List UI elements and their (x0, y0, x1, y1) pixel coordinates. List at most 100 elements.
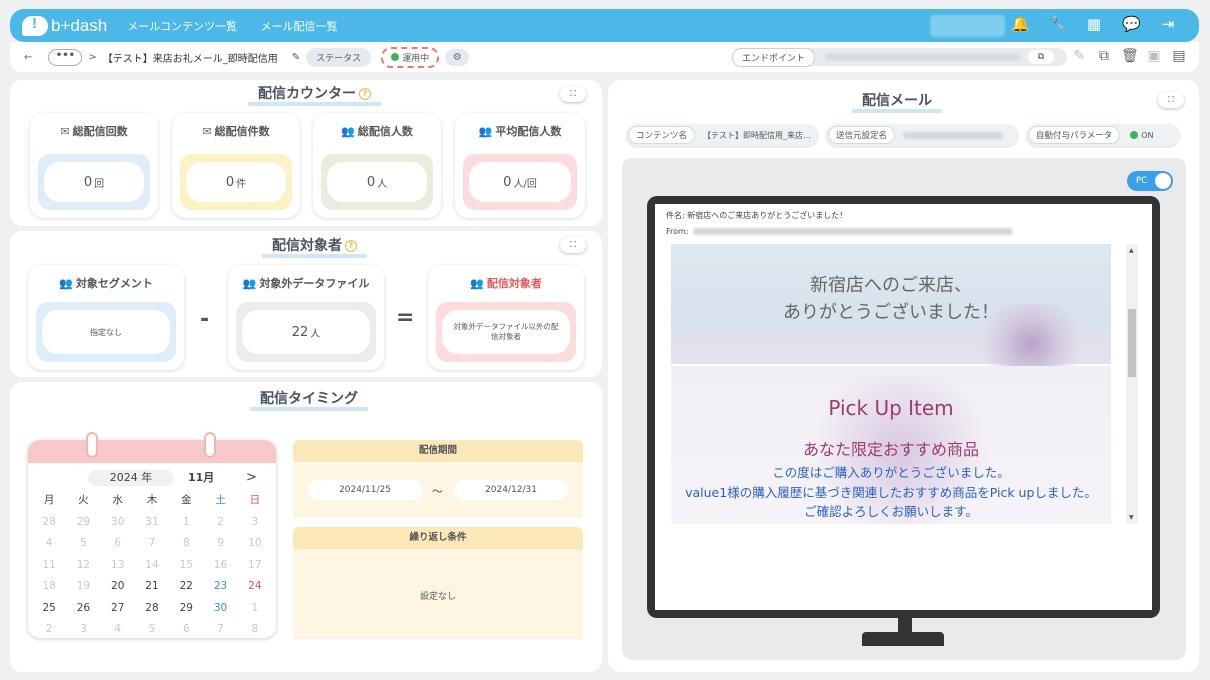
sender-value (903, 131, 1004, 139)
param-label: 自動付与パラメータ (1028, 126, 1121, 144)
user-info[interactable] (930, 15, 1005, 37)
duplicate-icon[interactable]: ⧉ (1096, 48, 1112, 64)
calendar-day: 7 (217, 623, 224, 635)
period-start: 2024/11/25 (307, 480, 423, 500)
calendar-ring (204, 432, 216, 458)
document-icon[interactable]: ▤ (1171, 48, 1187, 64)
scroll-thumb[interactable] (1128, 309, 1136, 377)
scroll-down-icon[interactable]: ▼ (1129, 514, 1134, 521)
calendar-day: 19 (76, 580, 91, 592)
calendar-day[interactable]: 25 (32, 598, 66, 620)
gear-icon[interactable]: ⚙ (445, 48, 470, 66)
mail-icon: ✉ (60, 125, 70, 138)
result-box: 対象外データファイル以外の配信対象者 (436, 302, 576, 362)
calendar-day[interactable]: 28 (135, 598, 169, 620)
calendar-day[interactable]: 21 (135, 576, 169, 598)
nav-mail-contents[interactable]: メールコンテンツ一覧 (127, 20, 237, 33)
result-value: 対象外データファイル以外の配信対象者 (453, 322, 559, 341)
calendar-day: 3 (80, 623, 87, 635)
message-line-1: この度はご購入ありがとうございました。 (772, 465, 1010, 480)
calendar-day[interactable]: 24 (238, 576, 272, 598)
calendar-day: 6 (182, 623, 190, 635)
weekday-label: 月 (43, 494, 55, 506)
users-icon: 👥 (470, 277, 484, 290)
help-icon[interactable]: ? (359, 88, 371, 100)
calendar-day: 16 (213, 558, 228, 571)
endpoint-field: エンドポイント ⧉ (732, 47, 1067, 67)
segment-label: 対象セグメント (75, 277, 153, 290)
breadcrumb-bar: ← ••• > 【テスト】来店お礼メール_即時配信用 ✎ ステータス 運用中 ⚙… (10, 42, 1199, 72)
scrollbar[interactable]: ▲ ▼ (1126, 244, 1138, 524)
equals-sign: = (396, 305, 415, 330)
mail-body[interactable]: 新宿店へのご来店、 ありがとうございました！ Pick Up Item あなた限… (671, 244, 1138, 524)
expand-icon[interactable]: ⛶ (560, 86, 586, 102)
message-line-3: ご確認よろしくお願いします。 (804, 504, 978, 519)
calendar-day: 10 (248, 537, 262, 549)
calendar-day: 9 (217, 537, 224, 549)
counter-card-total-deliveries: ✉ 総配信回数 0回 (30, 113, 158, 218)
app-logo[interactable]: b+dash (22, 15, 107, 36)
card-value-box: 0回 (38, 154, 150, 210)
calendar-day: 5 (80, 537, 87, 549)
logout-icon[interactable]: ⇥ (1159, 15, 1177, 33)
param-field: 自動付与パラメータ ON (1026, 124, 1180, 146)
device-toggle[interactable]: PC (1127, 171, 1173, 191)
weekday-label: 日 (249, 494, 261, 506)
calendar-day[interactable]: 29 (169, 598, 203, 620)
expand-icon[interactable]: ⛶ (560, 237, 586, 253)
calendar-day: 29 (76, 515, 91, 528)
help-icon[interactable]: ? (345, 240, 357, 252)
result-label: 配信対象者 (486, 277, 542, 290)
card-value: 0 (503, 174, 512, 190)
grid-icon[interactable]: ▦ (1085, 15, 1103, 33)
expand-icon[interactable]: ⛶ (1158, 92, 1184, 108)
next-month-button[interactable]: > (246, 470, 257, 486)
calendar-day[interactable]: 27 (101, 598, 135, 620)
hero-image: 新宿店へのご来店、 ありがとうございました！ (671, 244, 1111, 384)
calendar-day[interactable]: 30 (203, 598, 237, 620)
copy-icon[interactable]: ⧉ (1028, 50, 1055, 64)
back-arrow-icon[interactable]: ← (24, 52, 32, 63)
calendar: 2024 年 11月 > 月火水木金土日 28 29 30 31 1 2 3 4 5 6 7 8 9 10 1… (28, 440, 276, 638)
calendar-day: 15 (179, 558, 193, 571)
calendar-day: 2 (45, 623, 53, 635)
card-label: 総配信件数 (214, 125, 270, 138)
mail-icon: ✉ (202, 125, 212, 138)
from-label: From: (666, 227, 689, 236)
more-button[interactable]: ••• (48, 48, 83, 66)
calendar-day: 28 (42, 515, 56, 528)
wrench-icon[interactable]: 🔧 (1048, 15, 1067, 33)
timing-title: 配信タイミング (250, 391, 368, 411)
counter-card-total-people: 👥 総配信人数 0人 (313, 113, 441, 218)
scroll-up-icon[interactable]: ▲ (1129, 247, 1134, 254)
sender-label: 送信元設定名 (828, 126, 896, 144)
card-unit: 人/回 (513, 178, 537, 190)
status-label: ステータス (306, 47, 372, 67)
bell-icon[interactable]: 🔔 (1011, 15, 1030, 33)
calendar-day[interactable]: 20 (101, 576, 135, 598)
chat-icon[interactable]: 💬 (1122, 15, 1141, 33)
calendar-day[interactable]: 22 (169, 576, 203, 598)
trash-icon[interactable]: 🗑 (1121, 48, 1139, 64)
endpoint-value (825, 53, 1021, 61)
calendar-day: 17 (248, 558, 262, 571)
weekday-label: 水 (112, 494, 123, 506)
pencil-icon[interactable]: ✎ (292, 52, 300, 63)
calendar-year[interactable]: 2024 年 (88, 470, 174, 486)
card-value: 0 (225, 174, 235, 190)
status-value: 運用中 (402, 53, 430, 64)
content-name-value: 【テスト】即時配信用_来店... (703, 130, 811, 140)
exclude-value: 22 (291, 324, 309, 340)
weekday-label: 土 (215, 494, 226, 506)
status-badge[interactable]: 運用中 (381, 46, 440, 68)
card-value: 0 (83, 174, 93, 190)
calendar-day[interactable]: 23 (203, 576, 237, 598)
nav-mail-delivery[interactable]: メール配信一覧 (261, 20, 338, 33)
repeat-header: 繰り返し条件 (293, 527, 583, 549)
calendar-day: 5 (148, 623, 156, 635)
calendar-day: 18 (42, 580, 56, 592)
calendar-day[interactable]: 26 (66, 598, 100, 620)
param-value: ON (1141, 130, 1154, 140)
exclude-box: 22 人 (236, 302, 376, 362)
counter-title: 配信カウンター? (248, 86, 381, 106)
